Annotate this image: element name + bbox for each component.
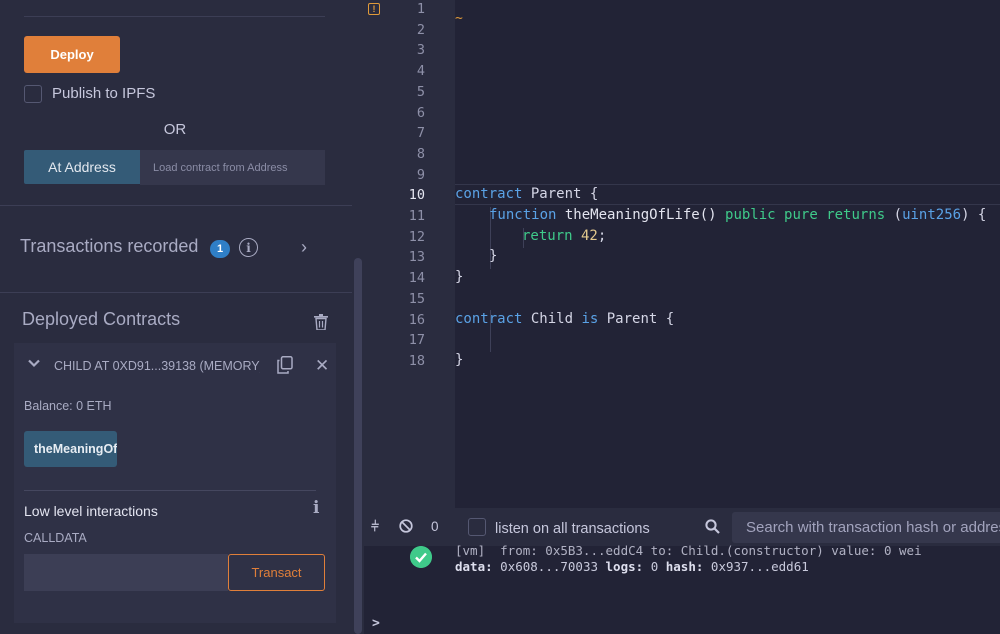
- code-token: pure: [775, 207, 818, 223]
- code-line-16: contract Child is Parent {: [455, 311, 674, 327]
- terminal-prompt[interactable]: >: [372, 616, 380, 631]
- code-token: contract: [455, 186, 523, 202]
- line-number: 15: [408, 290, 425, 307]
- code-token: public: [716, 207, 776, 223]
- terminal-panel: ⫩ 0 listen on all transactions [vm] from…: [364, 508, 1000, 634]
- check-circle-icon: [410, 546, 432, 568]
- code-token: return: [522, 228, 573, 244]
- close-icon[interactable]: ✕: [315, 356, 329, 376]
- balance-label: Balance: 0 ETH: [24, 399, 112, 413]
- line-number: 12: [408, 228, 425, 245]
- code-token: Parent {: [522, 186, 599, 202]
- code-token: is: [573, 311, 599, 327]
- log-value: 0x937...edd61: [703, 559, 809, 574]
- search-icon: [705, 519, 720, 534]
- line-number: 1: [416, 1, 425, 17]
- transactions-count-badge: 1: [210, 240, 230, 258]
- transact-button[interactable]: Transact: [228, 554, 325, 591]
- deploy-button[interactable]: Deploy: [24, 36, 120, 73]
- at-address-button[interactable]: At Address: [24, 150, 140, 184]
- log-key: logs:: [605, 559, 644, 574]
- publish-ipfs-checkbox[interactable]: [24, 85, 42, 103]
- code-token: contract: [455, 311, 523, 327]
- divider: [24, 16, 325, 17]
- line-number: 7: [416, 125, 425, 142]
- code-token: (: [885, 207, 903, 223]
- line-number: 16: [408, 311, 425, 328]
- line-number: 13: [408, 249, 425, 266]
- line-number: 11: [408, 208, 425, 224]
- code-token: returns: [817, 207, 886, 223]
- code-token: Child: [522, 311, 574, 327]
- info-icon[interactable]: i: [313, 498, 319, 518]
- divider: [0, 205, 352, 206]
- chevron-right-icon[interactable]: ›: [301, 237, 307, 258]
- line-number: 10: [408, 187, 425, 204]
- info-icon[interactable]: i: [239, 238, 258, 257]
- listen-all-transactions-label: listen on all transactions: [495, 521, 650, 537]
- line-number: 3: [416, 42, 425, 59]
- left-panel: Deploy Publish to IPFS OR At Address Tra…: [0, 0, 352, 634]
- chevron-down-icon[interactable]: [28, 357, 40, 369]
- line-number: 9: [416, 166, 425, 183]
- code-token: theMeaningOfLife(): [556, 207, 717, 223]
- log-key: data:: [455, 559, 493, 574]
- line-number: 14: [408, 270, 425, 287]
- calldata-label: CALLDATA: [24, 531, 87, 545]
- code-token: uint256: [902, 207, 962, 223]
- code-line-11: function theMeaningOfLife() public pure …: [489, 207, 986, 223]
- calldata-input[interactable]: [24, 554, 228, 591]
- terminal-log-line[interactable]: [vm] from: 0x5B3...eddC4 to: Child.(cons…: [455, 543, 922, 558]
- line-number: 17: [408, 332, 425, 349]
- or-label: OR: [163, 121, 187, 138]
- log-key: hash:: [665, 559, 704, 574]
- code-line-10: contract Parent {: [455, 186, 598, 202]
- deployed-contracts-title: Deployed Contracts: [22, 309, 181, 329]
- low-level-interactions-label: Low level interactions: [24, 503, 158, 519]
- code-token: function: [489, 207, 557, 223]
- code-line-18: }: [455, 352, 464, 368]
- clear-icon[interactable]: [399, 519, 413, 533]
- line-number: 4: [416, 63, 425, 80]
- divider: [24, 490, 316, 491]
- listen-all-transactions-checkbox[interactable]: [468, 518, 486, 536]
- address-input[interactable]: [140, 150, 325, 185]
- code-line-14: }: [455, 269, 464, 285]
- pending-tx-count: 0: [431, 519, 439, 534]
- divider: [0, 292, 352, 293]
- terminal-log-line[interactable]: data: 0x608...70033 logs: 0 hash: 0x937.…: [455, 559, 809, 574]
- code-token: 42: [572, 228, 598, 244]
- publish-ipfs-label: Publish to IPFS: [52, 85, 156, 102]
- code-token: ;: [597, 228, 607, 244]
- terminal-toolbar: ⫩ 0 listen on all transactions: [364, 508, 1000, 546]
- scrollbar-thumb[interactable]: [354, 258, 362, 634]
- code-token: Parent {: [598, 311, 675, 327]
- collapse-icon[interactable]: ⫩: [371, 518, 379, 535]
- line-number: 5: [416, 83, 425, 100]
- log-value: 0x608...70033: [492, 559, 606, 574]
- contract-instance-title[interactable]: CHILD AT 0XD91...39138 (MEMORY): [54, 359, 260, 373]
- deployed-contract-card: CHILD AT 0XD91...39138 (MEMORY) ✕ Balanc…: [14, 343, 336, 623]
- transaction-search-input[interactable]: [732, 512, 1000, 543]
- line-number: 2: [416, 21, 425, 38]
- line-number-gutter: ! 1 2 3 4 5 6 7 8 9 10 11 12 13 14 15 16 17 18: [364, 0, 455, 508]
- code-line-12: return 42;: [522, 228, 606, 244]
- code-line-13: }: [489, 248, 498, 264]
- code-editor[interactable]: ! 1 2 3 4 5 6 7 8 9 10 11 12 13 14 15 16 17 18 ~ contract…: [364, 0, 1000, 508]
- line-number: 18: [408, 352, 425, 369]
- transactions-recorded-title: Transactions recorded: [20, 236, 199, 256]
- line-number: 6: [416, 104, 425, 121]
- log-value: 0: [643, 559, 666, 574]
- trash-icon[interactable]: [314, 314, 328, 330]
- copy-icon[interactable]: [277, 356, 293, 374]
- line-number: 8: [416, 145, 425, 162]
- warning-squiggle: ~: [455, 11, 463, 26]
- the-meaning-of-life-button[interactable]: theMeaningOfLife: [24, 431, 117, 467]
- code-token: ) {: [961, 207, 987, 223]
